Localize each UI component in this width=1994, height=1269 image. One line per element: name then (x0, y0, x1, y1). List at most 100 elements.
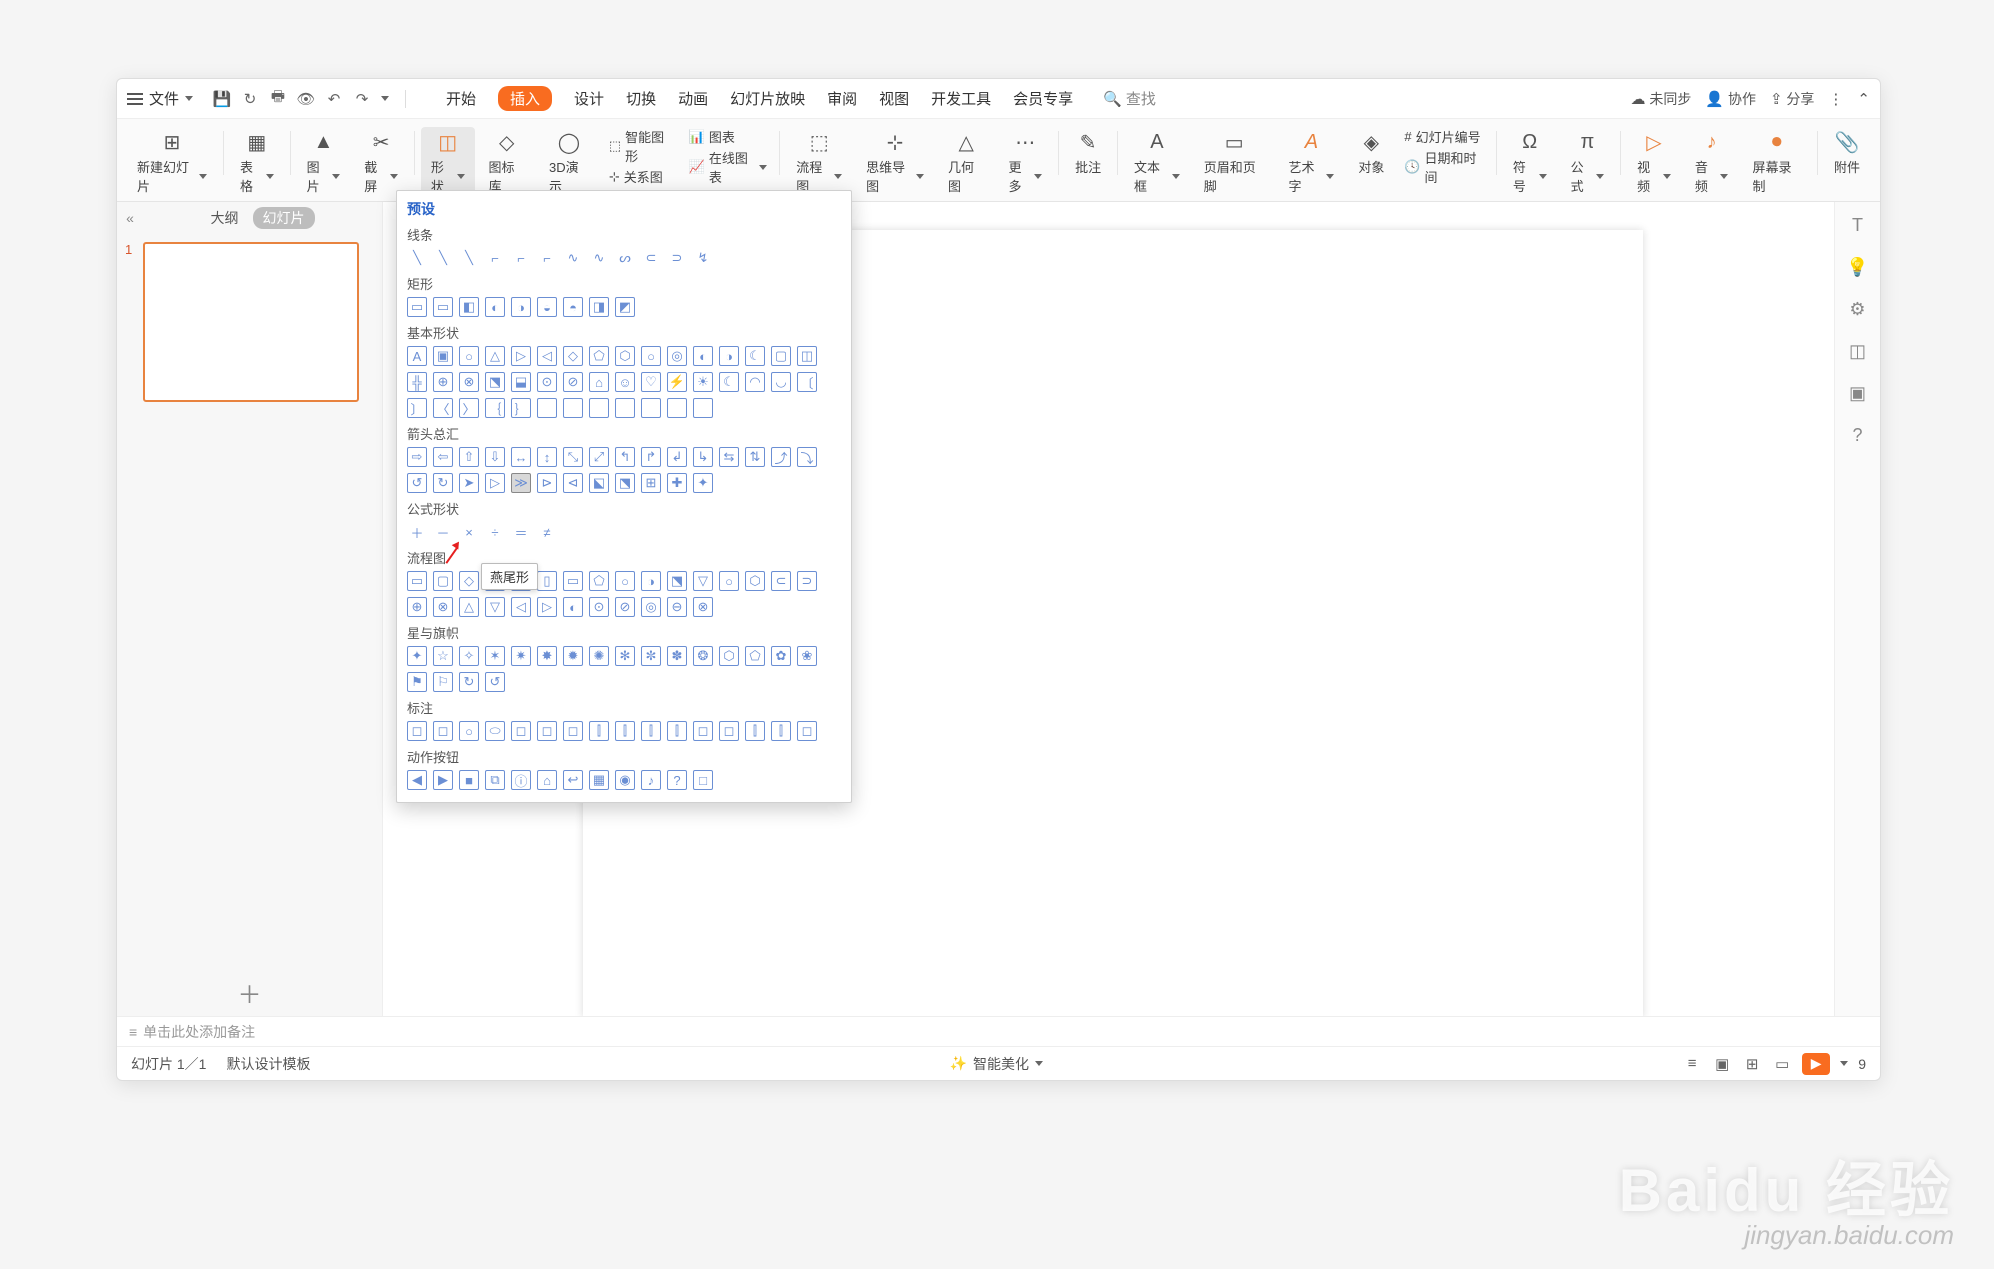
shape-swatch[interactable]: ▣ (433, 346, 453, 366)
shape-swatch[interactable]: ✹ (563, 646, 583, 666)
shape-swatch[interactable]: ↔ (511, 447, 531, 467)
shape-swatch[interactable]: ▢ (771, 346, 791, 366)
tab-outline[interactable]: 大纲 (211, 208, 239, 228)
shape-swatch[interactable]: ✻ (615, 646, 635, 666)
shape-swatch[interactable]: ✚ (667, 473, 687, 493)
shape-swatch[interactable]: ◨ (589, 297, 609, 317)
shape-swatch[interactable]: ◓ (563, 297, 583, 317)
tab-transition[interactable]: 切换 (626, 88, 656, 109)
shape-swatch[interactable]: ≫ (511, 473, 531, 493)
shape-swatch[interactable]: ⫿ (589, 721, 609, 741)
collapse-ribbon-icon[interactable]: ⌃ (1857, 90, 1870, 108)
shape-swatch[interactable]: ⬔ (667, 571, 687, 591)
tab-review[interactable]: 审阅 (827, 88, 857, 109)
shape-swatch[interactable]: ◀ (407, 770, 427, 790)
shape-swatch[interactable]: ❀ (797, 646, 817, 666)
shape-swatch[interactable]: ⫿ (745, 721, 765, 741)
shape-swatch[interactable]: ⬡ (615, 346, 635, 366)
ribbon-textbox[interactable]: A文本框 (1124, 127, 1190, 197)
shape-swatch[interactable]: 〔 (797, 372, 817, 392)
statusbar-center[interactable]: ✨ 智能美化 (950, 1054, 1043, 1074)
shape-swatch[interactable]: ⊳ (537, 473, 557, 493)
shape-swatch[interactable]: ⊲ (563, 473, 583, 493)
shape-swatch[interactable]: ⤴ (771, 447, 791, 467)
shape-swatch[interactable]: ⊘ (615, 597, 635, 617)
undo-icon[interactable]: ↶ (325, 90, 343, 108)
print-icon[interactable]: 🖶 (269, 90, 287, 108)
shape-swatch[interactable]: ╲ (433, 248, 453, 268)
shape-swatch[interactable]: ⬡ (719, 646, 739, 666)
shape-swatch[interactable]: ⚡ (667, 372, 687, 392)
shape-swatch[interactable]: ▭ (407, 297, 427, 317)
shape-swatch[interactable]: ⫿ (771, 721, 791, 741)
ribbon-mindmap[interactable]: ⊹思维导图 (856, 127, 934, 197)
shape-swatch[interactable]: ⬔ (615, 473, 635, 493)
shape-swatch[interactable]: ⬓ (511, 372, 531, 392)
ribbon-shapes[interactable]: ◫形状 (421, 127, 475, 197)
shape-swatch[interactable]: ⫿ (615, 721, 635, 741)
settings-icon[interactable]: ⚙ (1847, 298, 1869, 320)
shape-swatch[interactable]: × (459, 522, 479, 542)
shape-swatch[interactable]: ⧉ (485, 770, 505, 790)
qat-more-icon[interactable] (381, 96, 389, 101)
shape-swatch[interactable]: ◎ (641, 597, 661, 617)
shape-swatch[interactable]: ⬠ (589, 346, 609, 366)
shape-swatch[interactable]: ⊙ (537, 372, 557, 392)
shape-swatch[interactable]: ⬡ (745, 571, 765, 591)
file-menu[interactable]: 文件 (127, 88, 193, 109)
shape-swatch[interactable]: ⌐ (485, 248, 505, 268)
shape-swatch[interactable]: ᔕ (615, 248, 635, 268)
shape-swatch[interactable]: ↺ (485, 672, 505, 692)
save-icon[interactable]: 💾 (213, 90, 231, 108)
collab-button[interactable]: 👤 协作 (1705, 89, 1756, 109)
shape-swatch[interactable]: ◑ (511, 297, 531, 317)
shape-swatch[interactable]: ◑ (719, 346, 739, 366)
shape-swatch[interactable]: ■ (459, 770, 479, 790)
shape-swatch[interactable]: ◉ (615, 770, 635, 790)
shape-swatch[interactable]: ⇅ (745, 447, 765, 467)
shape-swatch[interactable]: ｛ (485, 398, 505, 418)
preview-icon[interactable]: 👁 (297, 90, 315, 108)
ribbon-3d[interactable]: ◯3D演示 (539, 127, 599, 197)
shape-swatch[interactable]: ✦ (407, 646, 427, 666)
tab-vip[interactable]: 会员专享 (1013, 88, 1073, 109)
shape-swatch[interactable] (563, 398, 583, 418)
ribbon-comment[interactable]: ✎批注 (1065, 127, 1111, 178)
shape-swatch[interactable]: ◐ (485, 297, 505, 317)
shape-swatch[interactable]: ○ (719, 571, 739, 591)
shape-swatch[interactable]: ｝ (511, 398, 531, 418)
shape-swatch[interactable]: ◻ (693, 721, 713, 741)
shape-swatch[interactable]: ▭ (407, 571, 427, 591)
shape-swatch[interactable]: ⫿ (641, 721, 661, 741)
shape-swatch[interactable] (667, 398, 687, 418)
help-icon[interactable]: ? (1847, 424, 1869, 446)
shape-swatch[interactable]: ✺ (589, 646, 609, 666)
shape-swatch[interactable]: ○ (615, 571, 635, 591)
shape-swatch[interactable]: ☺ (615, 372, 635, 392)
chevron-down-icon[interactable] (1840, 1061, 1848, 1066)
shape-swatch[interactable]: ↻ (433, 473, 453, 493)
shape-swatch[interactable]: ⬔ (485, 372, 505, 392)
shape-swatch[interactable]: ↲ (667, 447, 687, 467)
shape-swatch[interactable]: ✦ (693, 473, 713, 493)
search-box[interactable]: 🔍 查找 (1103, 88, 1156, 109)
shape-swatch[interactable]: ▭ (563, 571, 583, 591)
shape-swatch[interactable]: ? (667, 770, 687, 790)
shape-swatch[interactable]: ✿ (771, 646, 791, 666)
ribbon-relation[interactable]: ⊹关系图 (609, 167, 673, 186)
shape-swatch[interactable]: ◻ (511, 721, 531, 741)
slide-thumbnail[interactable]: 1 (125, 242, 374, 402)
shape-swatch[interactable]: ◩ (615, 297, 635, 317)
collapse-panel-icon[interactable]: « (117, 202, 143, 234)
layers-icon[interactable]: ▣ (1847, 382, 1869, 404)
ribbon-audio[interactable]: ♪音频 (1685, 127, 1739, 197)
shape-swatch[interactable]: ✸ (537, 646, 557, 666)
shape-swatch[interactable]: ◫ (797, 346, 817, 366)
shape-swatch[interactable]: ☾ (719, 372, 739, 392)
tab-devtools[interactable]: 开发工具 (931, 88, 991, 109)
shape-swatch[interactable] (537, 398, 557, 418)
shape-swatch[interactable]: ✽ (667, 646, 687, 666)
shape-swatch[interactable]: ⊃ (797, 571, 817, 591)
shape-swatch[interactable]: ⓘ (511, 770, 531, 790)
shape-swatch[interactable]: － (433, 522, 453, 542)
